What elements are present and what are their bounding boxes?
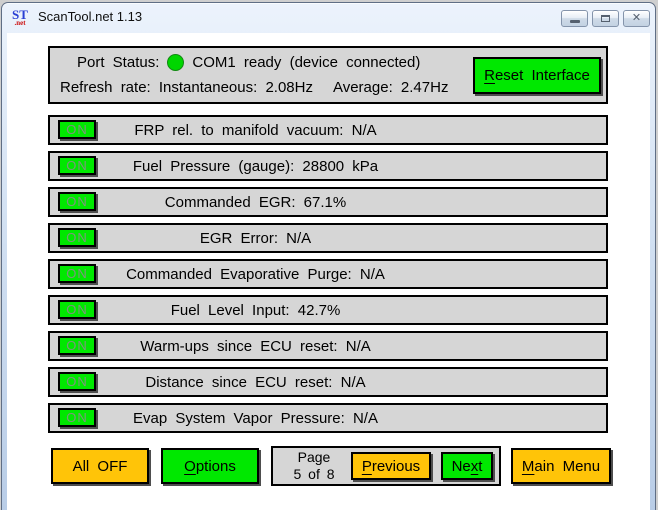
sensor-label: Evap System Vapor Pressure: N/A bbox=[50, 405, 461, 431]
sensor-row: ON Commanded Evaporative Purge: N/A bbox=[48, 259, 608, 289]
close-button[interactable]: ✕ bbox=[623, 10, 650, 27]
all-off-button[interactable]: All OFF bbox=[51, 448, 149, 484]
sensor-row: ON FRP rel. to manifold vacuum: N/A bbox=[48, 115, 608, 145]
sensor-label: Fuel Pressure (gauge): 28800 kPa bbox=[50, 153, 461, 179]
average-rate-label: Average: 2.47Hz bbox=[333, 79, 448, 96]
sensor-label: Warm-ups since ECU reset: N/A bbox=[50, 333, 461, 359]
sensor-label: Commanded Evaporative Purge: N/A bbox=[50, 261, 461, 287]
page-indicator: Page 5 of 8 bbox=[279, 449, 349, 483]
title-bar[interactable]: ST .net ScanTool.net 1.13 ✕ bbox=[2, 3, 655, 32]
page-value: 5 of 8 bbox=[279, 466, 349, 483]
refresh-rate-label: Refresh rate: Instantaneous: 2.08Hz bbox=[60, 79, 313, 96]
sensor-label: Fuel Level Input: 42.7% bbox=[50, 297, 461, 323]
next-label: Next bbox=[452, 458, 483, 475]
main-menu-button[interactable]: Main Menu bbox=[511, 448, 611, 484]
minimize-button[interactable] bbox=[561, 10, 588, 27]
window-controls: ✕ bbox=[561, 10, 650, 27]
sensor-row: ON Fuel Level Input: 42.7% bbox=[48, 295, 608, 325]
sensor-row: ON EGR Error: N/A bbox=[48, 223, 608, 253]
options-button[interactable]: Options bbox=[161, 448, 259, 484]
page-word: Page bbox=[279, 449, 349, 466]
previous-page-button[interactable]: Previous bbox=[351, 452, 431, 480]
page-navigation-panel: Page 5 of 8 Previous Next bbox=[271, 446, 501, 486]
refresh-rate-line: Refresh rate: Instantaneous: 2.08Hz Aver… bbox=[60, 79, 448, 96]
sensor-label: EGR Error: N/A bbox=[50, 225, 461, 251]
app-logo-text-bottom: .net bbox=[14, 20, 25, 27]
reset-interface-button[interactable]: Reset Interface bbox=[473, 57, 601, 94]
maximize-icon bbox=[601, 15, 610, 22]
minimize-icon bbox=[570, 20, 580, 23]
sensor-row: ON Fuel Pressure (gauge): 28800 kPa bbox=[48, 151, 608, 181]
close-icon: ✕ bbox=[632, 13, 641, 24]
next-page-button[interactable]: Next bbox=[441, 452, 493, 480]
sensor-label: Commanded EGR: 67.1% bbox=[50, 189, 461, 215]
sensor-label: Distance since ECU reset: N/A bbox=[50, 369, 461, 395]
port-status-value: COM1 ready (device connected) bbox=[192, 54, 420, 71]
sensor-row: ON Evap System Vapor Pressure: N/A bbox=[48, 403, 608, 433]
sensor-row: ON Commanded EGR: 67.1% bbox=[48, 187, 608, 217]
port-status-panel: Port Status: COM1 ready (device connecte… bbox=[48, 46, 608, 104]
reset-interface-label: Reset Interface bbox=[484, 67, 590, 84]
port-status-label: Port Status: bbox=[77, 54, 159, 71]
sensor-row: ON Warm-ups since ECU reset: N/A bbox=[48, 331, 608, 361]
main-menu-label: Main Menu bbox=[522, 458, 600, 475]
options-label: Options bbox=[184, 458, 236, 475]
connection-status-icon bbox=[167, 54, 184, 71]
app-logo-icon: ST .net bbox=[9, 7, 31, 29]
sensor-row: ON Distance since ECU reset: N/A bbox=[48, 367, 608, 397]
app-window: ST .net ScanTool.net 1.13 ✕ Port Status:… bbox=[1, 2, 656, 510]
maximize-button[interactable] bbox=[592, 10, 619, 27]
sensor-list: ON FRP rel. to manifold vacuum: N/A ON F… bbox=[48, 115, 608, 439]
all-off-label: All OFF bbox=[73, 458, 128, 475]
window-title: ScanTool.net 1.13 bbox=[38, 9, 142, 26]
sensor-label: FRP rel. to manifold vacuum: N/A bbox=[50, 117, 461, 143]
port-status-line: Port Status: COM1 ready (device connecte… bbox=[77, 54, 420, 71]
previous-label: Previous bbox=[362, 458, 420, 475]
main-content: Port Status: COM1 ready (device connecte… bbox=[7, 33, 650, 510]
